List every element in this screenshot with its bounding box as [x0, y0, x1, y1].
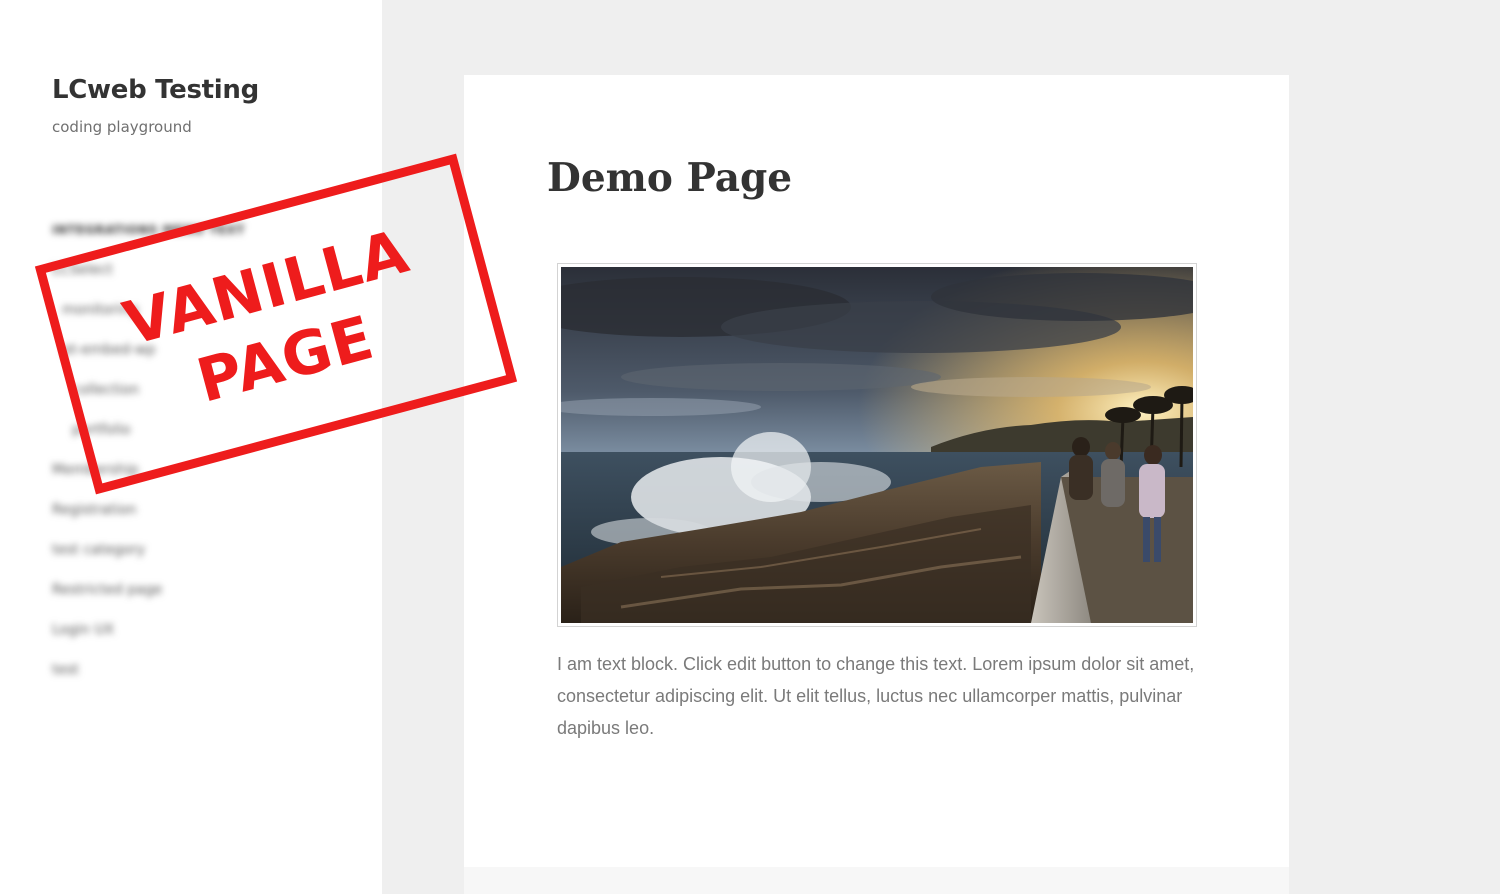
menu-item[interactable]: Registration — [52, 498, 245, 538]
menu-item[interactable]: test — [52, 658, 245, 698]
featured-image — [557, 263, 1197, 627]
site-description: coding playground — [52, 118, 192, 136]
menu-item[interactable]: Login UX — [52, 618, 245, 658]
page-title: Demo Page — [547, 155, 793, 201]
menu-item[interactable]: Restricted page — [52, 578, 245, 618]
site-title[interactable]: LCweb Testing — [52, 75, 259, 105]
text-block: I am text block. Click edit button to ch… — [557, 654, 1195, 738]
content-card: Demo Page I am text block. Click edit bu… — [464, 75, 1289, 867]
seaside-photo — [561, 267, 1193, 623]
card-footer — [464, 867, 1289, 894]
menu-item[interactable]: test category — [52, 538, 245, 578]
